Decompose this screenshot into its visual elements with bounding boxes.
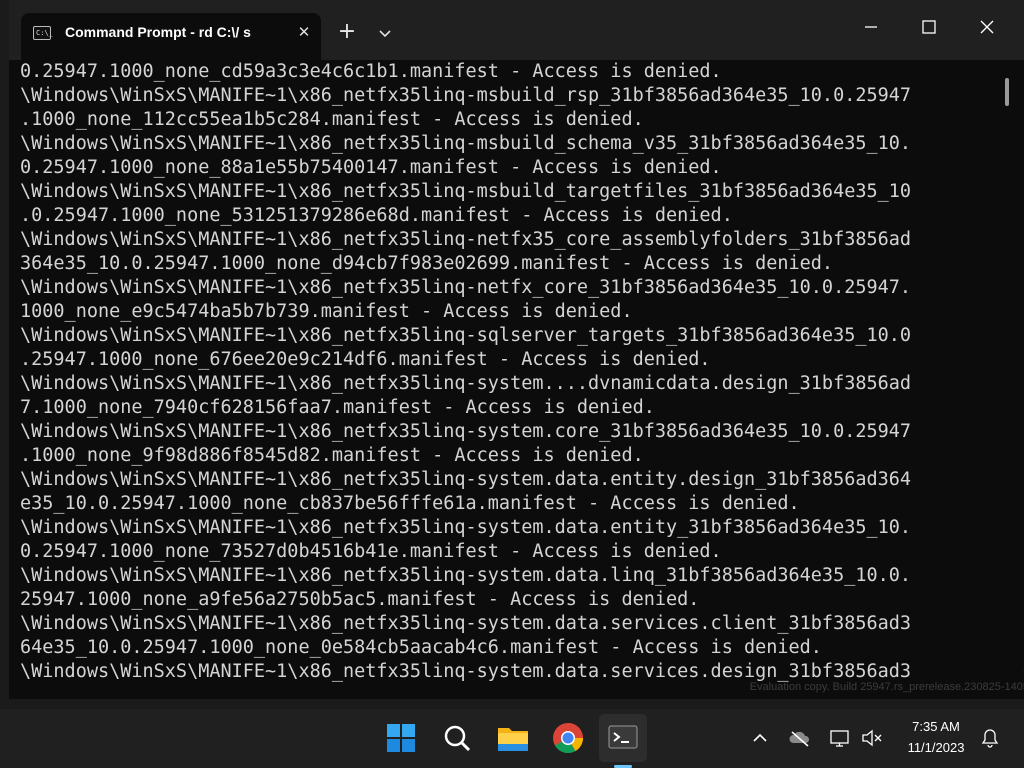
terminal-line: \Windows\WinSxS\MANIFE~1\x86_netfx35linq… [20,85,912,106]
maximize-button[interactable] [900,0,958,54]
terminal-line: \Windows\WinSxS\MANIFE~1\x86_netfx35linq… [20,421,912,442]
close-window-button[interactable] [958,0,1016,54]
bell-icon [981,729,999,748]
watermark-line-2: Evaluation copy. Build 25947.rs_prerelea… [749,681,1024,693]
windows-logo-icon [387,724,415,752]
maximize-icon [922,20,936,34]
terminal-line: 364e35_10.0.25947.1000_none_d94cb7f983e0… [20,253,834,274]
terminal-icon [608,725,638,749]
terminal-line: 0.25947.1000_none_cd59a3c3e4c6c1b1.manif… [20,61,722,82]
terminal-line: \Windows\WinSxS\MANIFE~1\x86_netfx35linq… [20,229,912,250]
close-icon [980,20,994,34]
terminal-line: \Windows\WinSxS\MANIFE~1\x86_netfx35linq… [20,325,912,346]
terminal-line: \Windows\WinSxS\MANIFE~1\x86_netfx35linq… [20,565,912,586]
search-icon [444,725,471,752]
show-hidden-icons-button[interactable] [746,724,774,752]
start-button[interactable] [377,714,425,762]
title-bar: C:\_ Command Prompt - rd C:\/ s ✕ + [9,0,1024,60]
evaluation-watermark: v Evaluation copy. Build 25947.rs_prerel… [649,666,1024,702]
network-icon [830,730,849,747]
tab-command-prompt[interactable]: C:\_ Command Prompt - rd C:\/ s ✕ [21,13,321,60]
terminal-output[interactable]: 0.25947.1000_none_cd59a3c3e4c6c1b1.manif… [9,60,1009,699]
chevron-down-icon [379,30,391,38]
terminal-line: e35_10.0.25947.1000_none_cb837be56fffe61… [20,493,800,514]
close-tab-button[interactable]: ✕ [293,21,315,43]
terminal-window: C:\_ Command Prompt - rd C:\/ s ✕ + 0.25… [9,0,1024,699]
command-prompt-icon: C:\_ [33,26,53,40]
terminal-line: \Windows\WinSxS\MANIFE~1\x86_netfx35linq… [20,133,912,154]
terminal-line: 25947.1000_none_a9fe56a2750b5ac5.manifes… [20,589,700,610]
minimize-icon [865,26,877,28]
terminal-line: 7.1000_none_7940cf628156faa7.manifest - … [20,397,655,418]
terminal-line: \Windows\WinSxS\MANIFE~1\x86_netfx35linq… [20,277,912,298]
cloud-offline-icon [789,731,810,747]
scrollbar-thumb[interactable] [1005,78,1009,106]
notifications-button[interactable] [976,724,1004,752]
terminal-line: \Windows\WinSxS\MANIFE~1\x86_netfx35linq… [20,373,912,394]
minimize-button[interactable] [842,0,900,54]
terminal-line: .1000_none_9f98d886f8545d82.manifest - A… [20,445,644,466]
search-button[interactable] [433,714,481,762]
terminal-line: 64e35_10.0.25947.1000_none_0e584cb5aacab… [20,637,822,658]
terminal-line: \Windows\WinSxS\MANIFE~1\x86_netfx35linq… [20,613,912,634]
terminal-line: 1000_none_e9c5474ba5b7b739.manifest - Ac… [20,301,633,322]
terminal-line: 0.25947.1000_none_73527d0b4516b41e.manif… [20,541,722,562]
tab-title: Command Prompt - rd C:\/ s [65,24,251,40]
chrome-icon [553,723,583,754]
chevron-up-icon [753,733,767,742]
new-tab-button[interactable]: + [333,19,361,47]
terminal-line: .1000_none_112cc55ea1b5c284.manifest - A… [20,109,644,130]
terminal-line: \Windows\WinSxS\MANIFE~1\x86_netfx35linq… [20,517,912,538]
volume-muted-icon [862,729,882,747]
onedrive-button[interactable] [786,724,814,752]
clock-time: 7:35 AM [912,719,960,734]
clock-date: 11/1/2023 [907,740,965,755]
terminal-button[interactable] [599,714,647,762]
terminal-line: .0.25947.1000_none_531251379286e68d.mani… [20,205,733,226]
volume-button[interactable] [858,724,886,752]
terminal-line: .25947.1000_none_676ee20e9c214df6.manife… [20,349,711,370]
folder-icon [498,728,528,751]
terminal-line: 0.25947.1000_none_88a1e55b75400147.manif… [20,157,722,178]
watermark-line-1: v [649,666,1024,680]
file-explorer-button[interactable] [489,714,537,762]
terminal-line: \Windows\WinSxS\MANIFE~1\x86_netfx35linq… [20,469,912,490]
tab-dropdown-button[interactable] [371,19,399,47]
network-button[interactable] [826,724,854,752]
terminal-line: \Windows\WinSxS\MANIFE~1\x86_netfx35linq… [20,181,912,202]
chrome-button[interactable] [544,714,592,762]
taskbar: 7:35 AM 11/1/2023 [0,709,1024,768]
